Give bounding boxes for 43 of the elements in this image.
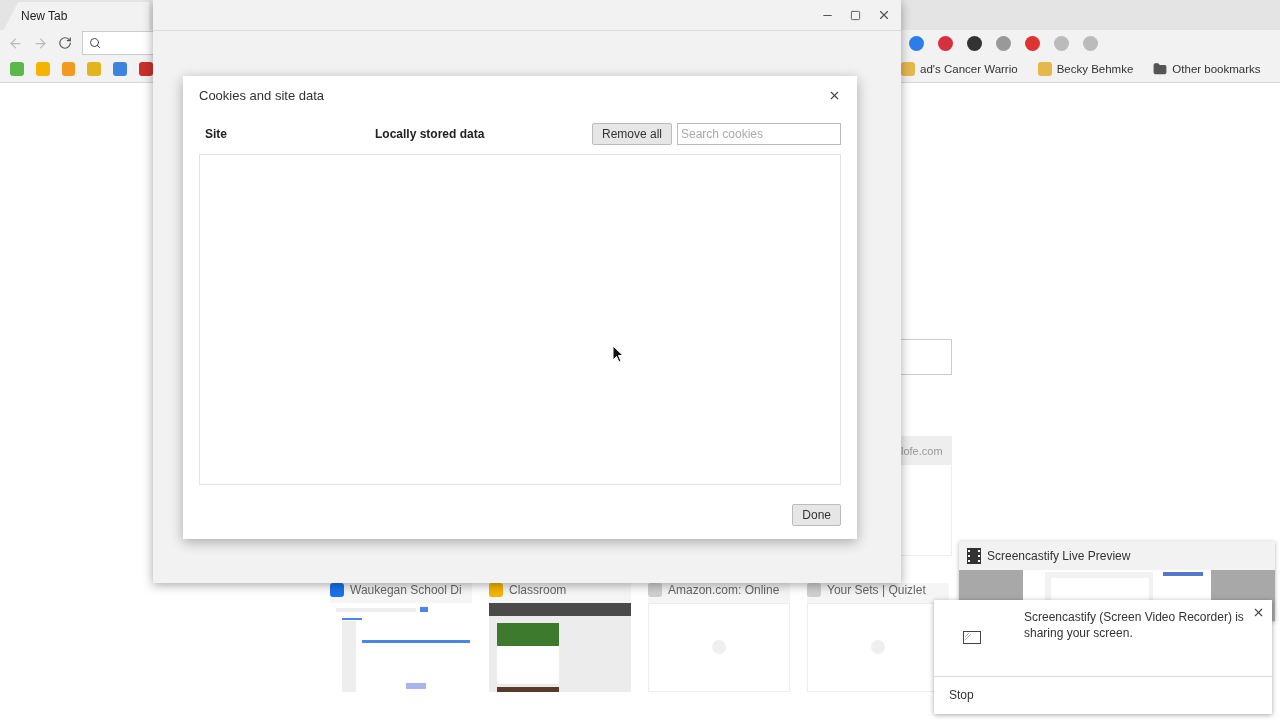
browser-tab[interactable]: New Tab	[4, 2, 149, 30]
column-header: Locally stored data	[375, 127, 486, 141]
notification-message: Screencastify (Screen Video Recorder) is sharing your screen.	[1024, 609, 1245, 642]
bookmark-icon	[901, 62, 915, 76]
address-bar[interactable]	[82, 31, 153, 55]
close-button[interactable]	[828, 89, 841, 102]
done-button[interactable]: Done	[792, 504, 841, 526]
stop-button[interactable]: Stop	[934, 688, 974, 702]
bookmark-icon[interactable]	[87, 62, 102, 76]
site-favicon	[648, 583, 662, 597]
bookmark-icon[interactable]	[10, 62, 24, 76]
thumbnail-title[interactable]: Classroom	[509, 583, 567, 597]
window-title: Screencastify Live Preview	[987, 548, 1132, 563]
bookmark-link[interactable]: Becky Behmke	[1056, 63, 1134, 75]
folder-icon	[1153, 62, 1168, 76]
bookmark-link[interactable]: Other bookmarks	[1172, 63, 1261, 75]
site-favicon	[330, 583, 344, 597]
bookmark-icon[interactable]	[139, 62, 153, 76]
bookmark-icon	[1037, 62, 1052, 76]
dialog-title: Cookies and site data	[199, 88, 325, 103]
thumbnail-title[interactable]: Amazon.com: Online	[668, 583, 780, 597]
tile-title: lofe.com	[901, 437, 951, 465]
site-favicon	[807, 583, 821, 597]
reload-icon[interactable]	[58, 36, 72, 50]
maximize-icon[interactable]	[850, 9, 861, 21]
close-button[interactable]	[1252, 606, 1265, 619]
cursor-icon	[612, 345, 624, 363]
bookmark-icon[interactable]	[35, 62, 50, 76]
thumbnail-title[interactable]: Your Sets | Quizlet	[827, 583, 926, 597]
screen-icon	[963, 631, 981, 644]
bookmark-icon[interactable]	[113, 62, 128, 76]
extension-icon[interactable]	[967, 35, 982, 51]
thumbnail-title[interactable]: Waukegan School Di	[350, 583, 462, 597]
bookmark-link[interactable]: ad's Cancer Warrio	[920, 63, 1018, 75]
forward-icon[interactable]	[33, 35, 48, 51]
site-favicon	[489, 583, 503, 597]
back-icon[interactable]	[8, 35, 23, 51]
column-header: Site	[204, 127, 228, 141]
film-icon	[967, 547, 981, 564]
bookmark-icon[interactable]	[61, 62, 76, 76]
remove-all-button[interactable]: Remove all	[591, 123, 672, 145]
close-icon[interactable]	[877, 8, 891, 22]
search-field[interactable]: Search cookies	[677, 123, 841, 145]
